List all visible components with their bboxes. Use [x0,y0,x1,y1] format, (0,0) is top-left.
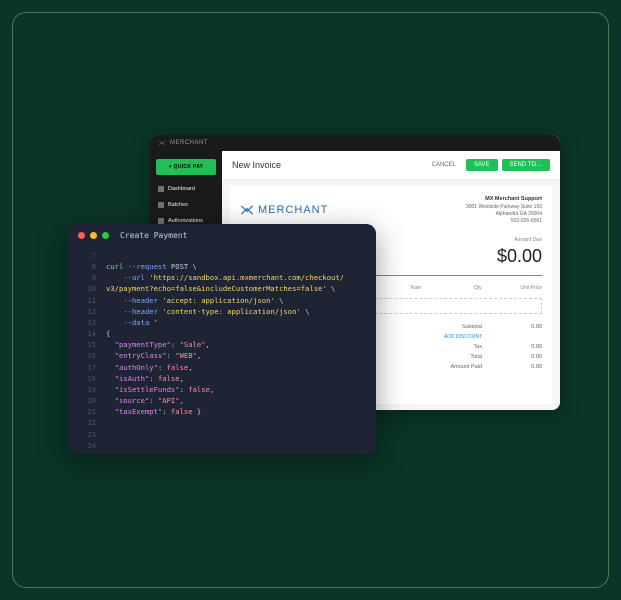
sidebar-item-label: Batches [168,202,188,208]
sidebar-item-dashboard[interactable]: Dashboard [150,181,222,197]
add-discount-button[interactable]: ADD DISCOUNT [444,334,482,340]
window-minimize-icon[interactable] [90,232,97,239]
header-actions: CANCEL SAVE SEND TO… [426,159,550,171]
batches-icon [158,202,164,208]
app-titlebar: MERCHANT [150,135,560,151]
company-name: MX Merchant Support [466,196,542,204]
merchant-mark-icon [240,203,254,217]
page-header: New Invoice CANCEL SAVE SEND TO… [222,151,560,180]
amount-paid-label: Amount Paid [451,364,483,370]
save-button[interactable]: SAVE [466,159,498,171]
merchant-logo-icon [158,139,166,147]
merchant-logo-text: MERCHANT [258,204,328,216]
tax-label: Tax [473,344,482,350]
amount-paid-value: 0.00 [512,364,542,370]
send-button[interactable]: SEND TO… [502,159,550,171]
amount-due-label: Amount Due [426,237,542,243]
window-zoom-icon[interactable] [102,232,109,239]
col-unit-price: Unit Price [482,285,542,291]
company-line2: Alpharetta GA 30004 [466,211,542,218]
subtotal-label: Subtotal [462,324,482,330]
dashboard-icon [158,186,164,192]
editor-title: Create Payment [120,231,187,240]
company-phone: 502-926-6561 [466,218,542,225]
tax-value: 0.00 [512,344,542,350]
subtotal-value: 0.00 [512,324,542,330]
app-brand: MERCHANT [170,140,208,146]
col-qty: Qty [421,285,481,291]
company-line1: 3001 Westside Parkway Suite 150 [466,204,542,211]
amount-due-value: $0.00 [426,246,542,267]
code-editor-window: Create Payment 7 8curl --request POST \ … [68,224,376,454]
merchant-logo: MERCHANT [240,196,328,225]
total-label: Total [470,354,482,360]
quick-pay-button[interactable]: + QUICK PAY [156,159,216,175]
total-value: 0.00 [512,354,542,360]
cancel-button[interactable]: CANCEL [426,159,462,171]
sidebar-item-batches[interactable]: Batches [150,197,222,213]
merchant-address: MX Merchant Support 3001 Westside Parkwa… [466,196,542,225]
editor-titlebar: Create Payment [68,224,376,246]
window-close-icon[interactable] [78,232,85,239]
sidebar-item-label: Dashboard [168,186,195,192]
page-title: New Invoice [232,160,281,170]
code-content[interactable]: 7 8curl --request POST \ 9 --url 'https:… [68,246,376,454]
